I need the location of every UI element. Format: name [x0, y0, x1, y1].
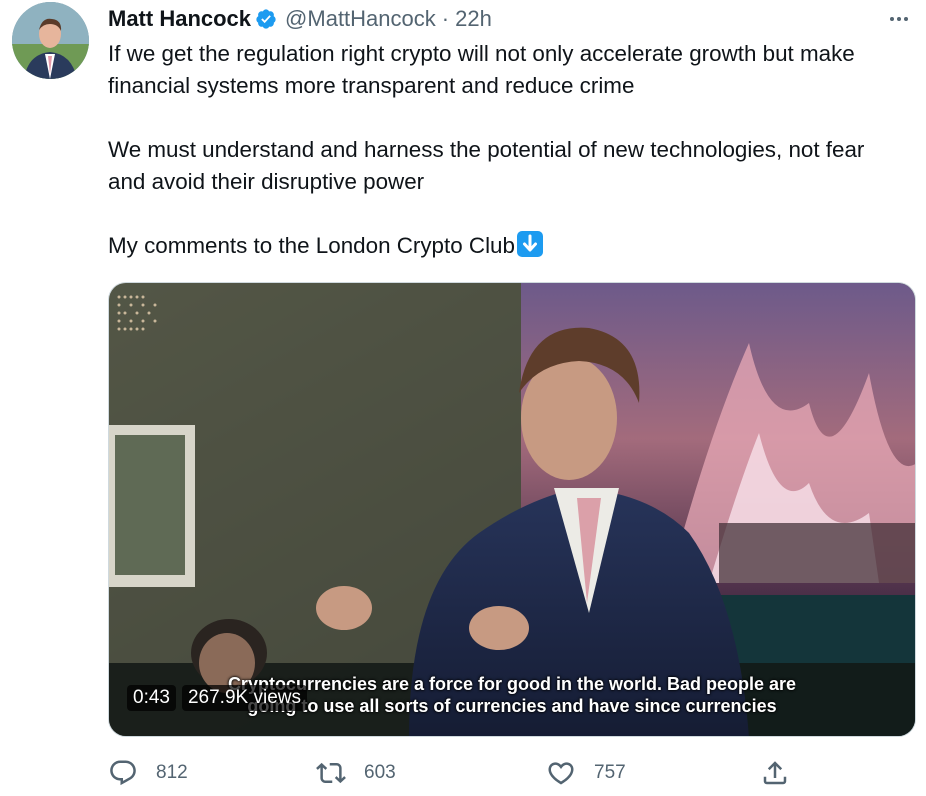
like-count: 757	[594, 762, 626, 783]
video-overlay-badges: 0:43 267.9K views	[127, 685, 307, 711]
video-player[interactable]: Cryptocurrencies are a force for good in…	[108, 282, 916, 737]
tweet-timestamp[interactable]: 22h	[455, 6, 492, 32]
down-arrow-emoji	[516, 231, 543, 257]
tweet-action-bar: 812 603 757	[108, 758, 798, 790]
separator-dot: ·	[441, 6, 450, 31]
tweet-header: Matt Hancock @MattHancock · 22h	[108, 4, 492, 34]
author-name[interactable]: Matt Hancock	[108, 6, 251, 32]
video-frame	[109, 283, 915, 736]
heart-icon	[548, 762, 574, 785]
retweet-count: 603	[364, 762, 396, 783]
video-duration-badge: 0:43	[127, 685, 176, 711]
more-horizontal-icon[interactable]	[886, 6, 912, 32]
author-avatar[interactable]	[12, 2, 89, 79]
tweet-paragraph: My comments to the London Crypto Club	[108, 230, 898, 262]
tweet-text: If we get the regulation right crypto wi…	[108, 38, 898, 262]
author-handle[interactable]: @MattHancock	[285, 6, 436, 32]
retweet-icon	[316, 762, 346, 784]
tweet-paragraph: If we get the regulation right crypto wi…	[108, 41, 855, 98]
share-button[interactable]	[760, 758, 808, 788]
tweet-paragraph-text: My comments to the London Crypto Club	[108, 233, 515, 258]
video-views-badge: 267.9K views	[181, 685, 307, 711]
reply-button[interactable]: 812	[108, 758, 188, 788]
reply-icon	[110, 760, 136, 786]
tweet-paragraph: We must understand and harness the poten…	[108, 137, 865, 194]
share-icon	[763, 761, 787, 785]
reply-count: 812	[156, 762, 188, 783]
like-button[interactable]: 757	[546, 758, 626, 788]
retweet-button[interactable]: 603	[316, 758, 396, 788]
verified-badge-icon	[256, 9, 276, 29]
